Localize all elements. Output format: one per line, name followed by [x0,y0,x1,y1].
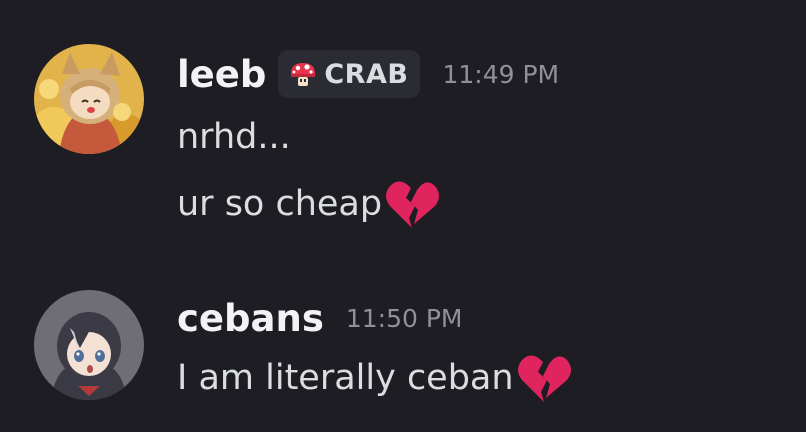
username[interactable]: cebans [177,300,324,337]
tag-label: CRAB [324,58,409,90]
avatar[interactable] [34,290,144,400]
mushroom-icon [291,63,316,86]
username[interactable]: leeb [177,56,266,93]
timestamp[interactable]: 11:50 PM [346,304,463,333]
message-text: nrhd... [177,117,291,157]
message-text: ur so cheap [177,176,440,232]
broken-heart-icon [516,352,572,404]
broken-heart-icon [384,178,440,230]
timestamp[interactable]: 11:49 PM [442,60,559,89]
server-tag-badge[interactable]: CRAB [278,50,421,98]
message-text: I am literally ceban [177,350,572,406]
avatar[interactable] [34,44,144,154]
